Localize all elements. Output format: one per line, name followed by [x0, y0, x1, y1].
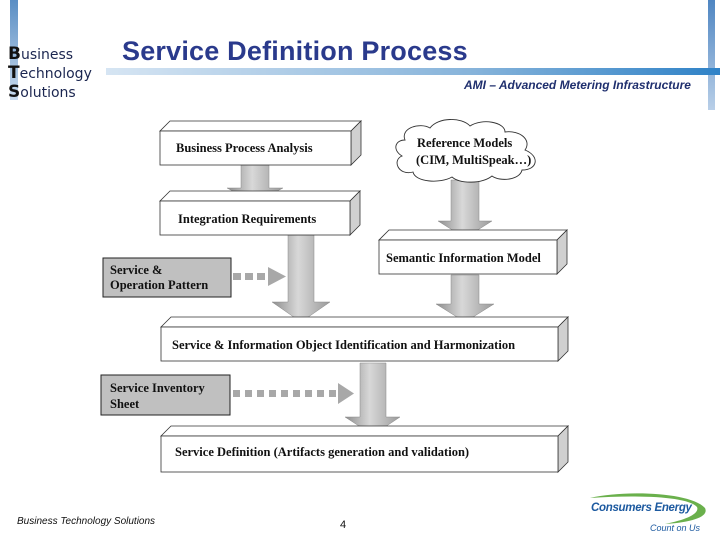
page-number: 4: [340, 519, 347, 531]
box-integration-requirements: Integration Requirements: [159, 190, 361, 236]
input-label-line2: Sheet: [110, 397, 140, 411]
cloud-reference-models: Reference Models (CIM, MultiSpeak…): [395, 119, 536, 183]
box-label: Business Process Analysis: [176, 141, 313, 155]
input-service-operation-pattern: Service & Operation Pattern: [102, 257, 232, 298]
box-label: Service Definition (Artifacts generation…: [175, 445, 469, 459]
arrow-harmonization-to-definition: [344, 362, 401, 436]
dotted-arrow-inventory: [233, 383, 354, 404]
process-diagram: Business Process Analysis Integration Re…: [100, 119, 569, 473]
cloud-label-line1: Reference Models: [417, 136, 512, 150]
brand-name: Consumers Energy: [591, 502, 692, 514]
box-service-definition: Service Definition (Artifacts generation…: [160, 425, 569, 473]
box-business-process-analysis: Business Process Analysis: [159, 120, 362, 166]
box-label: Semantic Information Model: [386, 251, 541, 265]
box-semantic-information-model: Semantic Information Model: [378, 229, 568, 275]
input-label-line1: Service &: [110, 263, 162, 277]
dotted-arrow-pattern: [233, 267, 286, 286]
arrow-cloud-to-semantic: [437, 179, 493, 239]
box-service-info-harmonization: Service & Information Object Identificat…: [160, 316, 569, 362]
cloud-label-line2: (CIM, MultiSpeak…): [416, 153, 531, 167]
input-service-inventory-sheet: Service Inventory Sheet: [100, 374, 231, 416]
input-label-line1: Service Inventory: [110, 381, 206, 395]
arrow-semantic-to-harmonization: [435, 274, 495, 323]
box-label: Integration Requirements: [178, 212, 316, 226]
footer-org-name: Business Technology Solutions: [17, 516, 156, 527]
box-label: Service & Information Object Identificat…: [172, 338, 515, 352]
input-label-line2: Operation Pattern: [110, 278, 208, 292]
brand-tagline: Count on Us: [650, 523, 701, 533]
